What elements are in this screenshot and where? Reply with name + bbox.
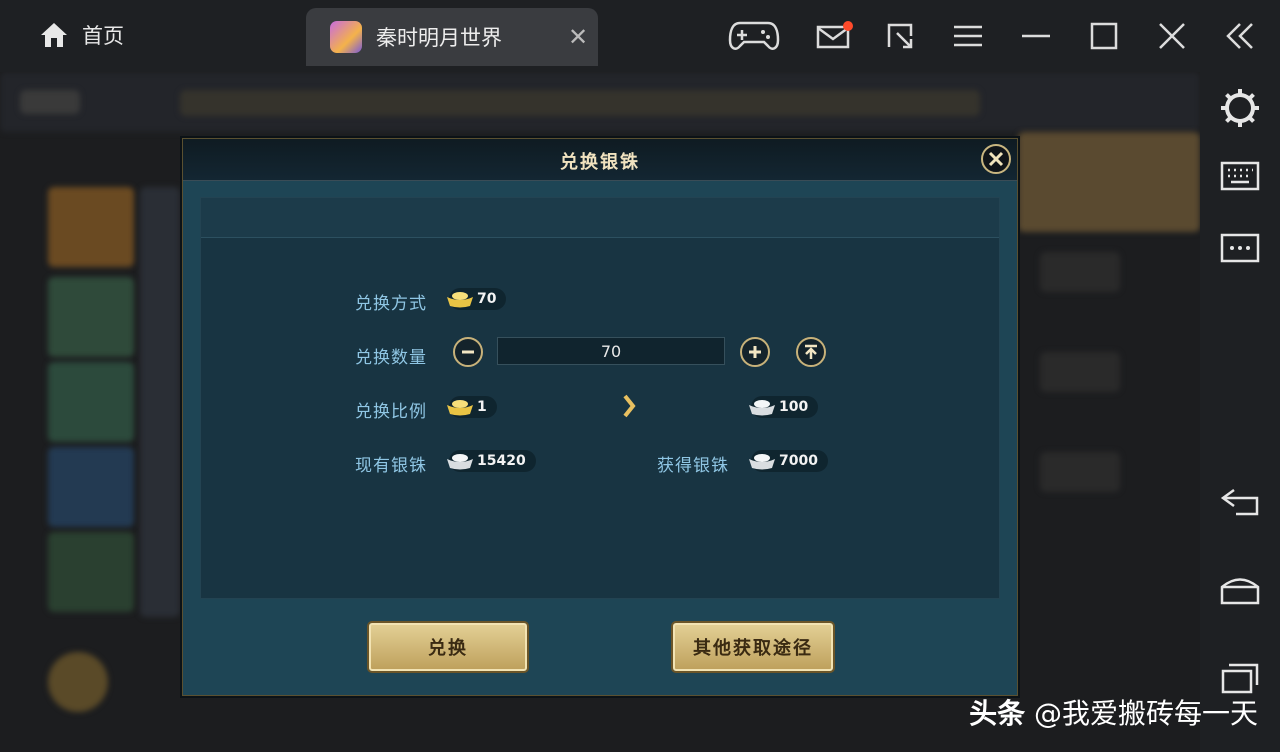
- other-ways-button[interactable]: 其他获取途径: [673, 623, 833, 671]
- dialog-content-panel: [200, 197, 1000, 599]
- gain-silver-pill: 7000: [749, 450, 828, 472]
- blurred-header-block: [20, 90, 80, 114]
- max-quantity-button[interactable]: [796, 337, 826, 367]
- current-silver-pill: 15420: [447, 450, 536, 472]
- dialog-close-button[interactable]: [981, 144, 1011, 174]
- exchange-button[interactable]: 兑换: [369, 623, 527, 671]
- settings-icon: [1221, 89, 1259, 127]
- game-app-icon: [330, 21, 362, 53]
- quantity-input[interactable]: [497, 337, 725, 365]
- back-button[interactable]: [1218, 480, 1262, 524]
- more-icon: [1220, 233, 1260, 263]
- blurred-side-item: [1040, 252, 1120, 292]
- gold-ingot-icon: [447, 400, 473, 416]
- current-silver-label: 现有银铢: [355, 456, 427, 476]
- emulator-topbar: 首页 秦时明月世界 ✕: [0, 0, 1280, 72]
- blurred-item-slot: [48, 362, 134, 442]
- home-button[interactable]: 首页: [38, 20, 124, 50]
- collapse-sidebar-button[interactable]: [1220, 16, 1260, 56]
- keyboard-icon: [1220, 161, 1260, 191]
- resize-icon: [887, 23, 913, 49]
- mail-button[interactable]: [814, 16, 854, 56]
- ratio-left-pill: 1: [447, 396, 497, 418]
- recent-apps-icon: [1221, 663, 1259, 694]
- max-icon: [805, 344, 817, 359]
- minimize-button[interactable]: [1016, 16, 1056, 56]
- quantity-label: 兑换数量: [355, 348, 427, 368]
- menu-button[interactable]: [948, 16, 988, 56]
- blurred-side-item: [1040, 352, 1120, 392]
- gain-silver-label: 获得银铢: [657, 456, 729, 476]
- blurred-avatar: [48, 652, 108, 712]
- close-window-button[interactable]: [1152, 16, 1192, 56]
- blurred-currency-bar: [180, 90, 980, 116]
- android-home-icon: [1220, 578, 1260, 605]
- blurred-side-panel: [1018, 132, 1200, 232]
- gain-silver-value: 7000: [779, 453, 818, 469]
- tab-label: 秦时明月世界: [376, 26, 502, 50]
- home-label: 首页: [82, 24, 124, 48]
- tab-game[interactable]: 秦时明月世界 ✕: [306, 8, 598, 66]
- ratio-right-pill: 100: [749, 396, 819, 418]
- method-value-pill: 70: [447, 288, 507, 310]
- silver-ingot-icon: [749, 454, 775, 470]
- plus-icon: [749, 346, 761, 358]
- collapse-icon: [1226, 23, 1253, 49]
- ratio-left-value: 1: [477, 399, 487, 415]
- blurred-item-slot: [48, 187, 134, 267]
- minus-icon: [462, 350, 474, 354]
- silver-ingot-icon: [749, 400, 775, 416]
- watermark-account: @我爱搬砖每一天: [1033, 697, 1258, 730]
- resize-button[interactable]: [880, 16, 920, 56]
- current-silver-value: 15420: [477, 453, 526, 469]
- dialog-header: 兑换银铢: [183, 139, 1017, 181]
- ratio-right-value: 100: [779, 399, 809, 415]
- gamepad-button[interactable]: [728, 16, 780, 56]
- close-icon: [1159, 23, 1185, 49]
- content-header-band: [201, 198, 999, 238]
- maximize-button[interactable]: [1084, 16, 1124, 56]
- blurred-item-column: [140, 187, 180, 617]
- method-value: 70: [477, 291, 497, 307]
- exchange-dialog: 兑换银铢 兑换方式 70 兑换数量 兑换比例: [182, 138, 1018, 696]
- home-icon: [41, 23, 67, 47]
- blurred-item-slot: [48, 447, 134, 527]
- arrow-right-icon: [623, 394, 636, 418]
- keyboard-button[interactable]: [1218, 154, 1262, 198]
- watermark-brand: 头条: [969, 697, 1026, 730]
- maximize-icon: [1090, 22, 1118, 50]
- blurred-side-item: [1040, 452, 1120, 492]
- tab-close-icon[interactable]: ✕: [558, 23, 598, 51]
- decrease-button[interactable]: [453, 337, 483, 367]
- blurred-item-slot: [48, 532, 134, 612]
- settings-button[interactable]: [1218, 86, 1262, 130]
- silver-ingot-icon: [447, 454, 473, 470]
- ratio-label: 兑换比例: [355, 402, 427, 422]
- emulator-sidebar: [1200, 72, 1280, 752]
- watermark: 头条 @我爱搬砖每一天: [969, 692, 1258, 732]
- android-home-button[interactable]: [1218, 568, 1262, 612]
- back-icon: [1220, 488, 1259, 516]
- mail-icon: [816, 21, 853, 49]
- increase-button[interactable]: [740, 337, 770, 367]
- gamepad-icon: [728, 21, 780, 50]
- gold-ingot-icon: [447, 292, 473, 308]
- method-label: 兑换方式: [355, 294, 427, 314]
- more-button[interactable]: [1218, 226, 1262, 270]
- minimize-icon: [1022, 34, 1050, 38]
- close-icon: [988, 151, 1004, 167]
- blurred-item-slot: [48, 277, 134, 357]
- dialog-title: 兑换银铢: [560, 152, 640, 173]
- menu-icon: [954, 25, 982, 47]
